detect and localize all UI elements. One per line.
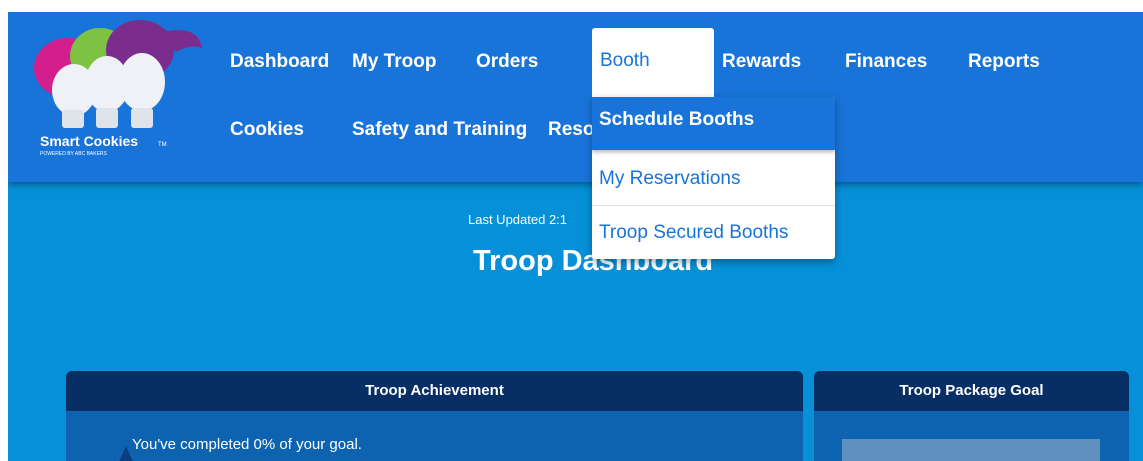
nav-my-troop[interactable]: My Troop — [352, 51, 436, 73]
menu-item-troop-secured-booths[interactable]: Troop Secured Booths — [592, 206, 835, 259]
goal-progress-text: You've completed 0% of your goal. — [132, 436, 362, 453]
nav-rewards[interactable]: Rewards — [722, 51, 801, 73]
menu-item-schedule-booths-label: Schedule Booths — [599, 109, 755, 130]
nav-orders[interactable]: Orders — [476, 51, 538, 73]
smart-cookies-logo[interactable]: Smart Cookies TM POWERED BY ABC BAKERS — [30, 18, 210, 158]
app-window: Last Updated 2:1 Troop Dashboard Troop A… — [8, 12, 1143, 461]
troop-package-goal-card: Troop Package Goal — [814, 371, 1129, 461]
booth-dropdown-menu: Schedule Booths My Reservations Troop Se… — [592, 97, 835, 259]
troop-package-goal-title: Troop Package Goal — [814, 371, 1129, 411]
menu-item-troop-secured-booths-label: Troop Secured Booths — [599, 222, 789, 243]
package-goal-chart-area — [842, 439, 1100, 461]
nav-booth-label: Booth — [600, 50, 650, 71]
svg-text:POWERED BY ABC BAKERS: POWERED BY ABC BAKERS — [40, 151, 108, 157]
nav-dashboard[interactable]: Dashboard — [230, 51, 329, 73]
nav-resources[interactable]: Reso — [548, 119, 594, 141]
nav-safety-and-training[interactable]: Safety and Training — [352, 119, 527, 141]
troop-achievement-title: Troop Achievement — [66, 371, 803, 411]
nav-finances[interactable]: Finances — [845, 51, 927, 73]
svg-text:TM: TM — [158, 142, 167, 148]
nav-cookies[interactable]: Cookies — [230, 119, 304, 141]
last-updated-text: Last Updated 2:1 — [468, 212, 568, 227]
nav-reports[interactable]: Reports — [968, 51, 1040, 73]
logo-icon: Smart Cookies TM POWERED BY ABC BAKERS — [34, 20, 202, 157]
svg-text:Smart Cookies: Smart Cookies — [40, 133, 138, 149]
troop-achievement-card: Troop Achievement You've completed 0% of… — [66, 371, 803, 461]
menu-item-schedule-booths[interactable]: Schedule Booths — [592, 97, 835, 150]
menu-item-my-reservations[interactable]: My Reservations — [592, 152, 835, 205]
nav-booth[interactable]: Booth — [592, 28, 714, 98]
top-navigation-bar: Smart Cookies TM POWERED BY ABC BAKERS D… — [8, 12, 1143, 182]
menu-item-my-reservations-label: My Reservations — [599, 168, 741, 189]
